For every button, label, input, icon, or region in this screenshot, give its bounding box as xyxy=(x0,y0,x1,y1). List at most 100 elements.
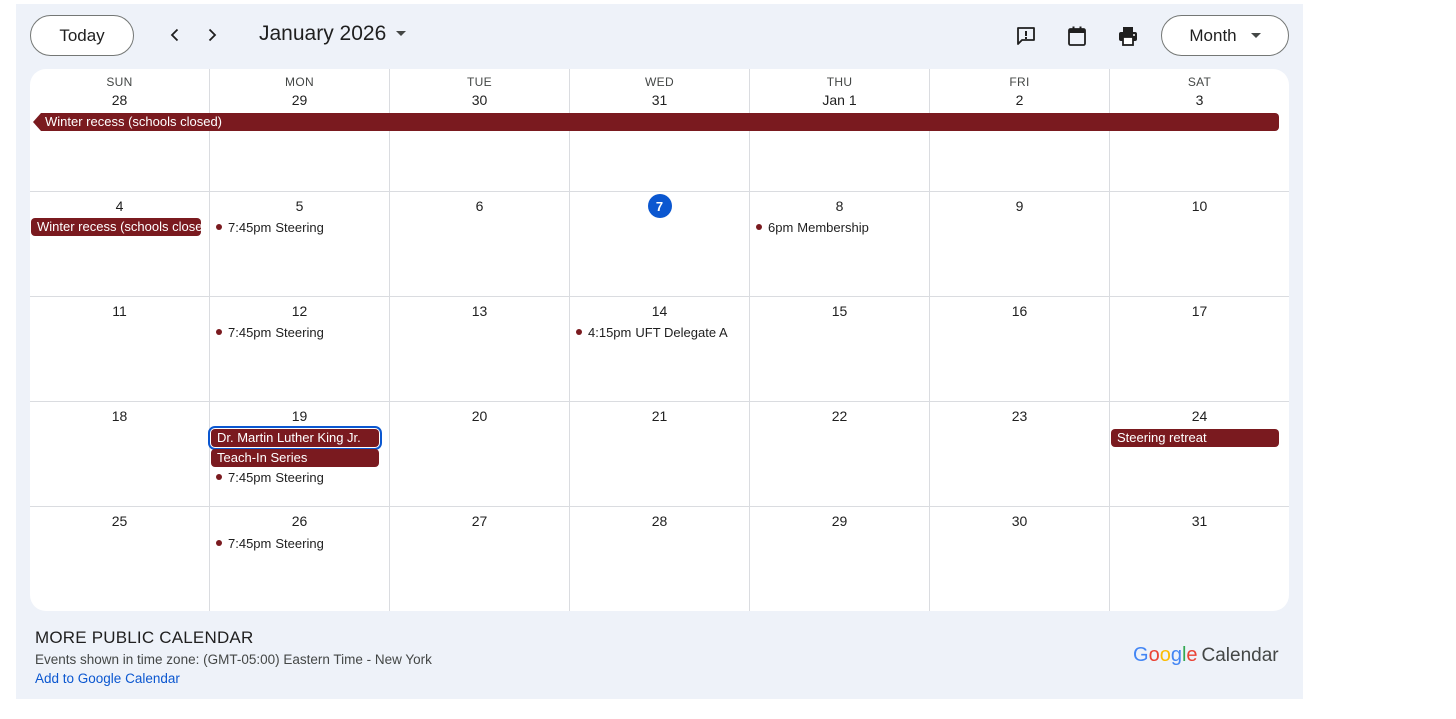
day-number[interactable]: Jan 1 xyxy=(750,92,929,108)
day-cell[interactable]: 18 xyxy=(30,402,210,507)
event-winter-recess[interactable]: Winter recess (schools closed) xyxy=(33,113,1279,131)
day-number[interactable]: 12 xyxy=(210,303,389,319)
day-cell[interactable]: 15 xyxy=(750,297,930,402)
day-number[interactable]: 28 xyxy=(30,92,209,108)
day-number[interactable]: 5 xyxy=(210,198,389,214)
day-number[interactable]: 31 xyxy=(1110,513,1289,529)
day-number[interactable]: 8 xyxy=(750,198,929,214)
day-cell[interactable]: 23 xyxy=(930,402,1110,507)
event-steering[interactable]: 7:45pm Steering xyxy=(216,534,384,552)
caret-down-icon xyxy=(396,31,407,36)
event-steering[interactable]: 7:45pm Steering xyxy=(216,218,384,236)
event-title: Steering xyxy=(275,535,324,551)
day-cell[interactable]: 4 xyxy=(30,192,210,297)
print-button[interactable] xyxy=(1115,23,1141,49)
day-number[interactable]: 29 xyxy=(750,513,929,529)
day-cell[interactable]: 21 xyxy=(570,402,750,507)
day-cell[interactable]: 27 xyxy=(390,507,570,611)
day-number[interactable]: 2 xyxy=(930,92,1109,108)
event-steering-retreat[interactable]: Steering retreat xyxy=(1111,429,1279,447)
today-day-number[interactable]: 7 xyxy=(647,194,672,218)
day-number[interactable]: 30 xyxy=(930,513,1109,529)
google-calendar-logo[interactable]: Google Calendar xyxy=(1133,644,1279,667)
day-number[interactable]: 9 xyxy=(930,198,1109,214)
weekday-label: SUN xyxy=(106,75,133,89)
day-number[interactable]: 17 xyxy=(1110,303,1289,319)
day-number[interactable]: 22 xyxy=(750,408,929,424)
day-number[interactable]: 18 xyxy=(30,408,209,424)
day-cell[interactable]: 11 xyxy=(30,297,210,402)
event-dot xyxy=(216,329,222,335)
event-uft-delegate[interactable]: 4:15pm UFT Delegate A xyxy=(576,323,744,341)
day-cell[interactable]: 13 xyxy=(390,297,570,402)
day-number[interactable]: 28 xyxy=(570,513,749,529)
day-cell[interactable]: 16 xyxy=(930,297,1110,402)
day-number[interactable]: 20 xyxy=(390,408,569,424)
calendar-name: MORE PUBLIC CALENDAR xyxy=(35,628,254,647)
day-number[interactable]: 6 xyxy=(390,198,569,214)
event-time: 4:15pm xyxy=(588,324,632,340)
weekday-label: THU xyxy=(826,75,853,89)
calendar-view-button[interactable] xyxy=(1064,23,1090,49)
day-number[interactable]: 3 xyxy=(1110,92,1289,108)
day-number[interactable]: 24 xyxy=(1110,408,1289,424)
day-number[interactable]: 29 xyxy=(210,92,389,108)
day-number[interactable]: 13 xyxy=(390,303,569,319)
day-number[interactable]: 10 xyxy=(1110,198,1289,214)
day-cell[interactable]: 10 xyxy=(1110,192,1289,297)
day-number[interactable]: 15 xyxy=(750,303,929,319)
day-cell[interactable]: 20 xyxy=(390,402,570,507)
event-teach-in-series[interactable]: Teach-In Series xyxy=(211,449,379,467)
day-cell[interactable]: 9 xyxy=(930,192,1110,297)
day-cell[interactable]: 14 xyxy=(570,297,750,402)
day-number[interactable]: 30 xyxy=(390,92,569,108)
event-winter-recess-continued[interactable]: Winter recess (schools closed) xyxy=(31,218,201,236)
day-number[interactable]: 31 xyxy=(570,92,749,108)
day-number[interactable]: 14 xyxy=(570,303,749,319)
month-picker[interactable]: January 2026 xyxy=(259,22,407,46)
day-number[interactable]: 27 xyxy=(390,513,569,529)
day-number[interactable]: 23 xyxy=(930,408,1109,424)
day-cell[interactable]: 26 xyxy=(210,507,390,611)
next-month-button[interactable] xyxy=(198,21,226,49)
event-steering[interactable]: 7:45pm Steering xyxy=(216,323,384,341)
day-cell[interactable]: 5 xyxy=(210,192,390,297)
day-cell[interactable]: 22 xyxy=(750,402,930,507)
day-cell[interactable]: 29 xyxy=(750,507,930,611)
day-cell[interactable]: 24 xyxy=(1110,402,1289,507)
prev-month-button[interactable] xyxy=(161,21,189,49)
event-steering[interactable]: 7:45pm Steering xyxy=(216,468,384,486)
view-selector-button[interactable]: Month xyxy=(1161,15,1289,56)
chevron-left-icon xyxy=(170,28,179,42)
add-to-google-calendar-link[interactable]: Add to Google Calendar xyxy=(35,671,180,686)
month-title: January 2026 xyxy=(259,22,387,45)
day-cell[interactable]: 31 xyxy=(1110,507,1289,611)
view-selector-label: Month xyxy=(1189,25,1237,45)
day-number[interactable]: 21 xyxy=(570,408,749,424)
day-cell[interactable]: 25 xyxy=(30,507,210,611)
event-title: Steering xyxy=(275,469,324,485)
print-icon xyxy=(1119,27,1137,46)
day-cell[interactable]: 30 xyxy=(930,507,1110,611)
day-number[interactable]: 16 xyxy=(930,303,1109,319)
day-number[interactable]: 4 xyxy=(30,198,209,214)
today-button[interactable]: Today xyxy=(30,15,134,56)
day-number[interactable]: 19 xyxy=(210,408,389,424)
event-mlk-day[interactable]: Dr. Martin Luther King Jr. xyxy=(208,426,382,450)
day-number[interactable]: 26 xyxy=(210,513,389,529)
day-cell[interactable]: 7 xyxy=(570,192,750,297)
event-membership[interactable]: 6pm Membership xyxy=(756,218,924,236)
month-grid: SUN 28 MON 29 TUE 30 WED 31 THU Jan 1 FR… xyxy=(30,69,1289,611)
event-title: UFT Delegate A xyxy=(635,324,728,340)
day-cell[interactable]: 17 xyxy=(1110,297,1289,402)
day-cell[interactable]: 12 xyxy=(210,297,390,402)
day-cell[interactable]: 6 xyxy=(390,192,570,297)
feedback-button[interactable] xyxy=(1013,23,1039,49)
event-time: 7:45pm xyxy=(228,324,272,340)
day-cell[interactable]: 28 xyxy=(570,507,750,611)
day-cell[interactable]: 8 xyxy=(750,192,930,297)
day-number[interactable]: 25 xyxy=(30,513,209,529)
calendar-icon xyxy=(1068,26,1086,46)
day-number[interactable]: 11 xyxy=(30,303,209,319)
weekday-label: TUE xyxy=(467,75,492,89)
